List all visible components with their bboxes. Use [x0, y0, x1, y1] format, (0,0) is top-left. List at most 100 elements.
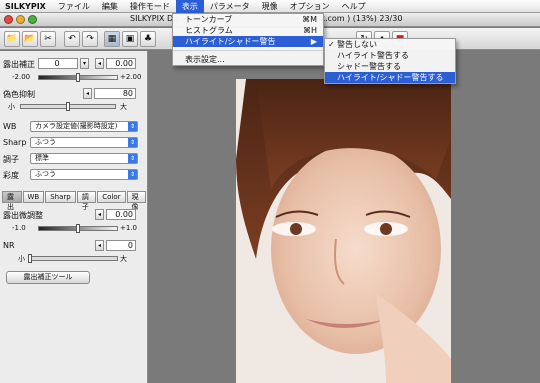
nr-label: NR [3, 241, 15, 250]
tree-icon: ♣ [143, 34, 153, 44]
redo-button[interactable]: ↷ [82, 31, 98, 47]
menu-view[interactable]: 表示 [175, 0, 204, 13]
saturation-label: 彩度 [3, 171, 19, 180]
image-icon: ▣ [125, 34, 135, 44]
open-folder-button[interactable]: 📁 [4, 31, 20, 47]
menu-item-label: 表示設定... [185, 55, 225, 64]
fine-exposure-value-field[interactable]: 0.00 [106, 209, 136, 220]
chevron-down-icon: ⇕ [128, 138, 137, 147]
nr-value-field[interactable]: 0 [106, 240, 136, 251]
view-menu-tonecurve[interactable]: トーンカーブ ⌘M [173, 14, 323, 25]
checkmark-icon: ✓ [328, 40, 335, 49]
close-window-button[interactable] [4, 15, 13, 24]
submenu-highlight-shadow-warning[interactable]: ハイライト/シャドー警告する [325, 72, 455, 83]
view-menu-histogram[interactable]: ヒストグラム ⌘H [173, 25, 323, 36]
tone-select-value: 標準 [35, 154, 49, 162]
sharp-label: Sharp [3, 138, 27, 147]
cut-button[interactable]: ✂ [40, 31, 56, 47]
menu-options[interactable]: オプション [284, 0, 336, 13]
submenu-highlight-warning[interactable]: ハイライト警告する [325, 50, 455, 61]
open-file-button[interactable]: 📂 [22, 31, 38, 47]
zoom-window-button[interactable] [28, 15, 37, 24]
slider-thumb[interactable] [76, 224, 80, 233]
submenu-arrow-icon: ▶ [310, 37, 317, 46]
menu-edit[interactable]: 編集 [96, 0, 124, 13]
shortcut-label: ⌘M [302, 15, 317, 24]
sharp-select[interactable]: ふつう ⇕ [30, 137, 138, 148]
minimize-window-button[interactable] [16, 15, 25, 24]
exposure-min-label: -2.00 [12, 73, 31, 81]
thumbnail-view-button[interactable]: ▦ [104, 31, 120, 47]
exposure-stepper[interactable]: ◂ [95, 58, 104, 69]
nr-stepper[interactable]: ◂ [95, 240, 104, 251]
undo-button[interactable]: ↶ [64, 31, 80, 47]
fringe-large-label: 大 [120, 103, 127, 111]
window-title: SILKYPIX De [130, 14, 179, 23]
fringe-value-field[interactable]: 80 [94, 88, 136, 99]
exposure-preset-dropdown[interactable]: ▾ [80, 58, 89, 69]
nr-slider[interactable] [28, 256, 118, 261]
tab-sharp[interactable]: Sharp [45, 191, 76, 203]
exposure-preset-field[interactable]: 0 [38, 58, 78, 69]
menu-item-label: ヒストグラム [185, 26, 233, 35]
scissors-icon: ✂ [44, 34, 52, 44]
tab-develop[interactable]: 現像 [126, 191, 147, 211]
folder-icon: 📁 [6, 34, 18, 44]
shortcut-label: ⌘H [302, 26, 317, 35]
submenu-shadow-warning[interactable]: シャドー警告する [325, 61, 455, 72]
wb-select[interactable]: カメラ設定値(撮影時設定) ⇕ [30, 121, 138, 132]
menu-parameter[interactable]: パラメータ [204, 0, 256, 13]
menu-bar: SILKYPIX ファイル 編集 操作モード 表示 パラメータ 現像 オプション… [0, 0, 540, 13]
tab-tone[interactable]: 調子 [76, 191, 97, 211]
develop-button[interactable]: ♣ [140, 31, 156, 47]
menu-develop[interactable]: 現像 [256, 0, 284, 13]
image-viewer[interactable] [149, 51, 540, 383]
preview-view-button[interactable]: ▣ [122, 31, 138, 47]
exposure-value-field[interactable]: 0.00 [106, 58, 136, 69]
tab-wb[interactable]: WB [22, 191, 45, 203]
warning-submenu: ✓ 警告しない ハイライト警告する シャドー警告する ハイライト/シャドー警告する [324, 38, 456, 84]
menu-item-label: ハイライト警告する [337, 51, 409, 60]
submenu-no-warning[interactable]: ✓ 警告しない [325, 39, 455, 50]
fringe-stepper[interactable]: ◂ [83, 88, 92, 99]
folder-open-icon: 📂 [24, 34, 36, 44]
menu-mode[interactable]: 操作モード [124, 0, 176, 13]
preview-photo[interactable] [236, 79, 451, 383]
develop-panel: 露出補正 0 ▾ ◂ 0.00 -2.00 +2.00 偽色抑制 ◂ 80 小 … [0, 51, 148, 383]
chevron-down-icon: ⇕ [128, 122, 137, 131]
menu-help[interactable]: ヘルプ [336, 0, 372, 13]
menu-file[interactable]: ファイル [52, 0, 96, 13]
portrait-image [236, 79, 451, 383]
tab-color[interactable]: Color [97, 191, 126, 203]
slider-thumb[interactable] [28, 254, 32, 263]
view-menu-dropdown: トーンカーブ ⌘M ヒストグラム ⌘H ハイライト/シャドー警告 ▶ 表示設定... [172, 13, 324, 66]
slider-thumb[interactable] [66, 102, 70, 111]
menu-item-label: ハイライト/シャドー警告する [337, 73, 444, 82]
menu-item-label: 警告しない [337, 40, 377, 49]
fine-exposure-stepper[interactable]: ◂ [95, 209, 104, 220]
grid-icon: ▦ [107, 34, 117, 44]
view-menu-display-settings[interactable]: 表示設定... [173, 54, 323, 65]
exposure-max-label: +2.00 [120, 73, 142, 81]
exposure-label: 露出補正 [3, 60, 35, 69]
app-menu[interactable]: SILKYPIX [0, 0, 52, 13]
saturation-select-value: ふつう [35, 170, 56, 178]
sharp-select-value: ふつう [35, 138, 56, 146]
tone-label: 調子 [3, 155, 19, 164]
menu-item-label: ハイライト/シャドー警告 [185, 37, 276, 46]
nr-large-label: 大 [120, 255, 127, 263]
window-title-status: ix.com ) (13%) 23/30 [318, 14, 403, 23]
chevron-down-icon: ⇕ [128, 170, 137, 179]
wb-select-value: カメラ設定値(撮影時設定) [35, 122, 118, 130]
redo-icon: ↷ [86, 34, 94, 44]
exposure-tool-button[interactable]: 露出補正ツール [6, 271, 90, 284]
saturation-select[interactable]: ふつう ⇕ [30, 169, 138, 180]
menu-item-label: シャドー警告する [337, 62, 401, 71]
tone-select[interactable]: 標準 ⇕ [30, 153, 138, 164]
tab-exposure[interactable]: 露出 [2, 191, 22, 211]
view-menu-highlight-shadow-warning[interactable]: ハイライト/シャドー警告 ▶ [173, 36, 323, 47]
fine-exposure-max-label: +1.0 [120, 224, 137, 232]
slider-thumb[interactable] [76, 73, 80, 82]
fringe-label: 偽色抑制 [3, 90, 35, 99]
menu-separator [173, 50, 323, 51]
